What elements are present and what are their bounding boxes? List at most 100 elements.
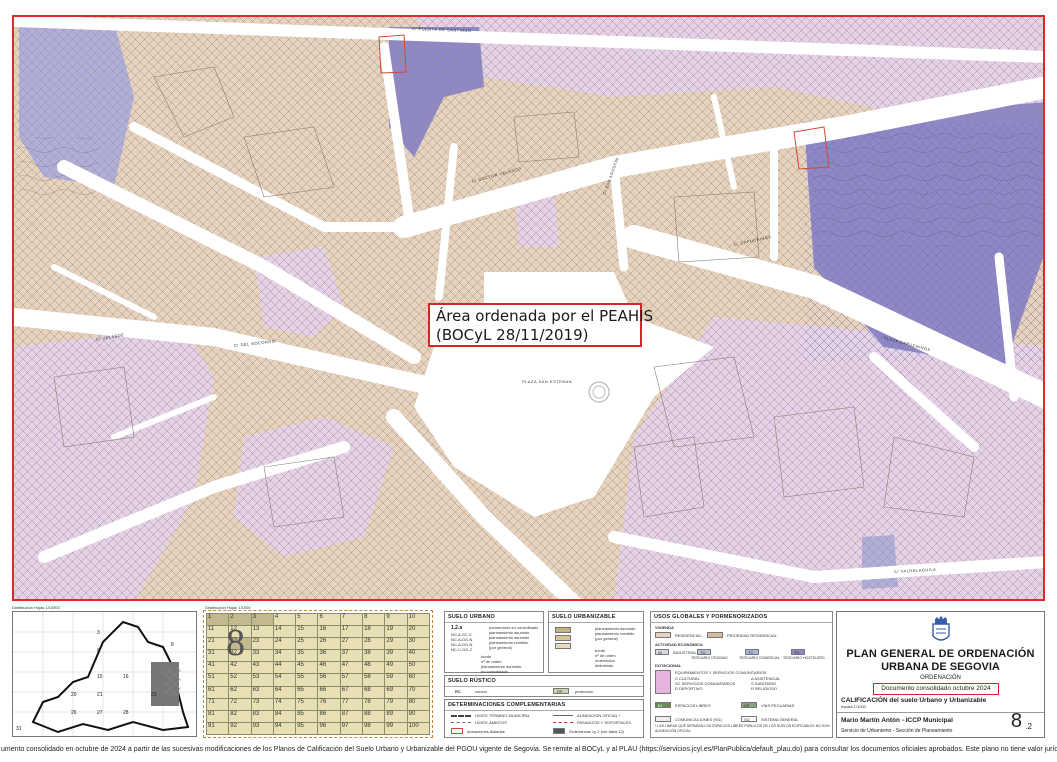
sheet-cell[interactable]: 85 (295, 709, 319, 723)
sheet-cell[interactable]: 47 (339, 661, 364, 675)
sheet-cell[interactable]: 34 (272, 649, 297, 663)
sheet-cell[interactable]: 53 (250, 673, 274, 687)
legend-subtitle: ACTIVIDAD ECONÓMICA (655, 642, 703, 647)
sheet-cell[interactable]: 16 (317, 625, 341, 639)
sheet-cell[interactable]: 13 (250, 625, 274, 639)
sheet-cell[interactable]: 90 (406, 709, 431, 723)
legend-swatch (555, 643, 571, 649)
sheet-cell[interactable]: 35 (295, 649, 319, 663)
sheet-cell[interactable]: 67 (339, 685, 364, 699)
sheet-cell[interactable]: 7 (339, 612, 364, 627)
sheet-cell[interactable]: 39 (384, 649, 408, 663)
sheet-cell[interactable]: 80 (406, 697, 431, 711)
sheet-cell[interactable]: 96 (317, 721, 341, 736)
sheet-cell[interactable]: 8 (362, 612, 386, 627)
sheet-cell[interactable]: 89 (384, 709, 408, 723)
sheet-cell[interactable]: 66 (317, 685, 341, 699)
sheet-cell[interactable]: 83 (250, 709, 274, 723)
sheet-cell[interactable]: 57 (339, 673, 364, 687)
sheet-cell[interactable]: 10 (406, 612, 431, 627)
sheet-cell[interactable]: 40 (406, 649, 431, 663)
sheet-cell[interactable]: 65 (295, 685, 319, 699)
sheet-cell[interactable]: 50 (406, 661, 431, 675)
sheet-cell[interactable]: 44 (272, 661, 297, 675)
sheet-cell[interactable]: 3 (250, 612, 274, 627)
sheet-cell[interactable]: 17 (339, 625, 364, 639)
sheet-cell[interactable]: 60 (406, 673, 431, 687)
sheet-cell[interactable]: 4 (272, 612, 297, 627)
sheet-cell[interactable]: 43 (250, 661, 274, 675)
sheet-cell[interactable]: 9 (384, 612, 408, 627)
sheet-cell[interactable]: 99 (384, 721, 408, 736)
sheet-cell[interactable]: 73 (250, 697, 274, 711)
sheet-cell[interactable]: 18 (362, 625, 386, 639)
sheet-cell[interactable]: 45 (295, 661, 319, 675)
sheet-cell[interactable]: 29 (384, 637, 408, 651)
sheet-cell[interactable]: 68 (362, 685, 386, 699)
sheet-cell[interactable]: 87 (339, 709, 364, 723)
legend-suelo-rustico: SUELO RÚSTICO RC común RP protección (444, 675, 644, 697)
sheet-cell[interactable]: 62 (228, 685, 252, 699)
sheet-cell[interactable]: 72 (228, 697, 252, 711)
locator-num: 31 (16, 726, 22, 732)
sheet-cell[interactable]: 77 (339, 697, 364, 711)
sheet-cell[interactable]: 26 (317, 637, 341, 651)
sheet-cell[interactable]: 23 (250, 637, 274, 651)
sheet-cell[interactable]: 75 (295, 697, 319, 711)
sheet-cell[interactable]: 37 (339, 649, 364, 663)
sheet-cell[interactable]: 30 (406, 637, 431, 651)
legend-swatch (555, 635, 571, 641)
locator-num: 23 (151, 692, 157, 698)
callout-line-2: (BOCyL 28/11/2019) (436, 326, 589, 344)
sheet-cell[interactable]: 100 (406, 721, 431, 736)
sheet-cell[interactable]: 52 (228, 673, 252, 687)
sheet-cell[interactable]: 54 (272, 673, 297, 687)
sheet-cell[interactable]: 51 (205, 673, 230, 687)
sheet-cell[interactable]: 93 (250, 721, 274, 736)
sheet-cell[interactable]: 36 (317, 649, 341, 663)
sheet-cell[interactable]: 76 (317, 697, 341, 711)
sheet-cell[interactable]: 91 (205, 721, 230, 736)
sheet-locator-map[interactable]: 3 6 8 15 16 20 21 23 26 27 28 31 (12, 611, 197, 737)
sheet-cell[interactable]: 81 (205, 709, 230, 723)
sheet-cell[interactable]: 61 (205, 685, 230, 699)
sheet-cell[interactable]: 63 (250, 685, 274, 699)
sheet-cell[interactable]: 97 (339, 721, 364, 736)
sheet-cell[interactable]: 64 (272, 685, 297, 699)
sheet-cell[interactable]: 14 (272, 625, 297, 639)
sheet-cell[interactable]: 15 (295, 625, 319, 639)
sheet-cell[interactable]: 55 (295, 673, 319, 687)
sheet-cell[interactable]: 95 (295, 721, 319, 736)
sheet-cell[interactable]: 79 (384, 697, 408, 711)
sheet-cell[interactable]: 94 (272, 721, 297, 736)
sheet-cell[interactable]: 28 (362, 637, 386, 651)
sheet-cell[interactable]: 58 (362, 673, 386, 687)
sheet-cell[interactable]: 86 (317, 709, 341, 723)
sheet-cell[interactable]: 5 (295, 612, 319, 627)
locator-num: 28 (123, 710, 129, 716)
sheet-cell[interactable]: 19 (384, 625, 408, 639)
sheet-cell[interactable]: 33 (250, 649, 274, 663)
sheet-cell[interactable]: 69 (384, 685, 408, 699)
sheet-cell[interactable]: 70 (406, 685, 431, 699)
sheet-cell[interactable]: 56 (317, 673, 341, 687)
sheet-cell[interactable]: 84 (272, 709, 297, 723)
sheet-cell[interactable]: 78 (362, 697, 386, 711)
sheet-cell[interactable]: 74 (272, 697, 297, 711)
sheet-cell[interactable]: 92 (228, 721, 252, 736)
sheet-cell[interactable]: 71 (205, 697, 230, 711)
sheet-cell[interactable]: 48 (362, 661, 386, 675)
sheet-cell[interactable]: 46 (317, 661, 341, 675)
sheet-cell[interactable]: 25 (295, 637, 319, 651)
sheet-cell[interactable]: 38 (362, 649, 386, 663)
sheet-cell[interactable]: 27 (339, 637, 364, 651)
sheet-cell[interactable]: 59 (384, 673, 408, 687)
sheet-cell[interactable]: 82 (228, 709, 252, 723)
sheet-cell[interactable]: 98 (362, 721, 386, 736)
sheet-cell[interactable]: 49 (384, 661, 408, 675)
sheet-cell[interactable]: 20 (406, 625, 431, 639)
sheet-cell[interactable]: 6 (317, 612, 341, 627)
sheet-cell[interactable]: 24 (272, 637, 297, 651)
sheet-cell[interactable]: 88 (362, 709, 386, 723)
sheet-row: 71 72 73 74 75 76 77 78 79 80 (205, 697, 431, 711)
